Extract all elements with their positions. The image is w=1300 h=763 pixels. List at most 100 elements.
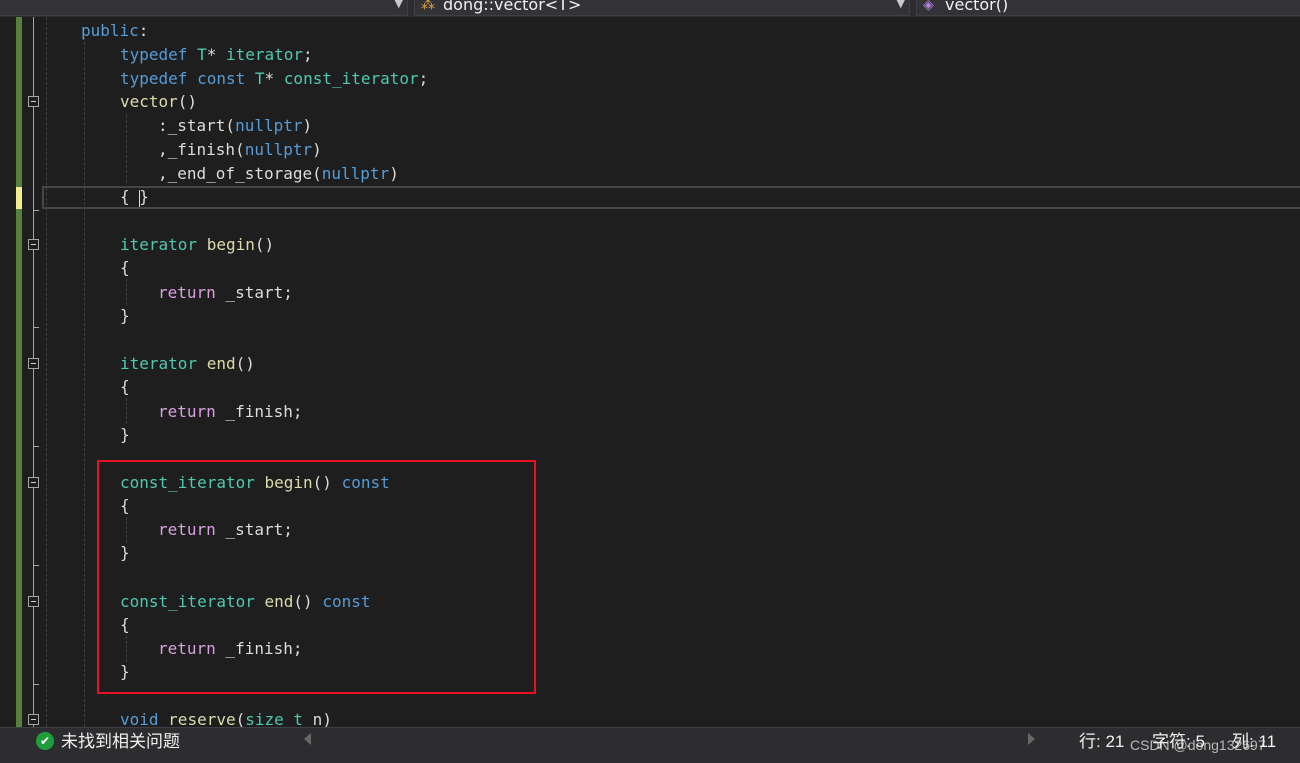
code-line: public: xyxy=(81,21,148,41)
keyword-token: typedef xyxy=(120,69,188,88)
keyword-token: void xyxy=(120,710,159,727)
line-number-status[interactable]: 行: 21 xyxy=(1079,732,1124,752)
type-token: iterator xyxy=(120,235,198,254)
code-line: ,_end_of_storage(nullptr) xyxy=(158,164,399,184)
scroll-right-icon[interactable] xyxy=(1028,733,1035,745)
punctuation-token: ; xyxy=(303,45,313,64)
indent-guide xyxy=(126,398,127,424)
project-dropdown[interactable]: ▼ xyxy=(0,0,408,16)
collapse-toggle-icon[interactable] xyxy=(28,358,39,369)
indent-guide xyxy=(126,279,127,305)
code-line: typedef T* iterator; xyxy=(120,45,313,65)
annotation-highlight-box xyxy=(97,460,536,694)
code-line: } xyxy=(120,306,130,326)
outline-end-tick xyxy=(33,565,39,566)
keyword-token: nullptr xyxy=(235,116,303,135)
class-dropdown-label: dong::vector<T> xyxy=(443,0,582,14)
control-keyword-token: return xyxy=(158,402,216,421)
punctuation-token: ) xyxy=(389,164,399,183)
keyword-token: typedef xyxy=(120,45,188,64)
code-line: { } xyxy=(120,187,149,207)
code-line: return _start; xyxy=(158,283,293,303)
identifier-token: _finish; xyxy=(215,402,303,421)
outline-end-tick xyxy=(33,684,39,685)
member-dropdown-label: vector() xyxy=(945,0,1009,14)
class-dropdown[interactable]: ⁂ dong::vector<T> ▼ xyxy=(414,0,910,16)
code-line: :_start(nullptr) xyxy=(158,116,312,136)
keyword-token: nullptr xyxy=(321,164,390,183)
unsaved-change-marker xyxy=(16,187,22,209)
code-line: ,_finish(nullptr) xyxy=(158,140,322,160)
text-caret xyxy=(139,190,140,207)
identifier-token: n) xyxy=(303,710,332,727)
code-line: { xyxy=(120,258,130,278)
code-line: return _finish; xyxy=(158,402,303,422)
change-tracking-bar xyxy=(16,17,22,727)
problems-status[interactable]: 未找到相关问题 xyxy=(61,732,180,752)
punctuation-token: ) xyxy=(312,140,322,159)
punctuation-token: ( xyxy=(235,710,246,727)
outline-end-tick xyxy=(33,210,39,211)
function-token: reserve xyxy=(168,710,236,727)
outline-end-tick xyxy=(33,446,39,447)
keyword-token: const xyxy=(197,69,246,88)
collapse-toggle-icon[interactable] xyxy=(28,596,39,607)
type-token: const_iterator xyxy=(283,69,419,88)
code-line: iterator begin() xyxy=(120,235,274,255)
current-line-highlight xyxy=(42,186,1300,209)
class-template-icon: ⁂ xyxy=(421,0,435,13)
identifier-token: ,_finish( xyxy=(158,140,245,159)
code-line: vector() xyxy=(120,92,197,112)
watermark: CSDN @dong132697 xyxy=(1130,737,1266,753)
type-token: size_t xyxy=(245,710,304,727)
brace-token: } xyxy=(120,425,130,444)
type-token: iterator xyxy=(225,45,304,64)
keyword-token: public xyxy=(81,21,139,40)
punctuation-token: ) xyxy=(302,116,313,135)
function-token: vector xyxy=(120,92,178,111)
code-line: { xyxy=(120,377,130,397)
navigation-bar: ▼ ⁂ dong::vector<T> ▼ ◈ vector() xyxy=(0,0,1300,17)
control-keyword-token: return xyxy=(158,283,216,302)
checkmark-icon[interactable]: ✔ xyxy=(36,732,54,750)
code-line: void reserve(size_t n) xyxy=(120,710,332,727)
brace-token: } xyxy=(120,306,130,325)
collapse-toggle-icon[interactable] xyxy=(28,96,39,107)
indent-guide xyxy=(84,37,85,727)
identifier-token: _start; xyxy=(215,283,293,302)
punctuation-token: () xyxy=(177,92,198,111)
scroll-left-icon[interactable] xyxy=(304,733,311,745)
indent-guide xyxy=(46,17,47,727)
punctuation-token: * xyxy=(206,45,226,64)
punctuation-token: * xyxy=(264,69,284,88)
chevron-down-icon: ▼ xyxy=(394,0,403,10)
status-bar: ✔ 未找到相关问题 行: 21 字符: 5 列: 11 CSDN @dong13… xyxy=(0,727,1300,763)
collapse-toggle-icon[interactable] xyxy=(28,477,39,488)
identifier-token: ,_end_of_storage( xyxy=(158,164,322,183)
code-line: } xyxy=(120,425,130,445)
function-token: end xyxy=(206,354,236,373)
indent-guide xyxy=(126,115,127,183)
member-dropdown[interactable]: ◈ vector() xyxy=(916,0,1300,16)
brace-token: { xyxy=(120,377,130,396)
collapse-toggle-icon[interactable] xyxy=(28,239,39,250)
code-editor[interactable]: public: typedef T* iterator; typedef con… xyxy=(0,17,1300,727)
punctuation-token: : xyxy=(138,21,149,40)
chevron-down-icon: ▼ xyxy=(896,0,905,10)
code-line: iterator end() xyxy=(120,354,255,374)
method-icon: ◈ xyxy=(923,0,934,13)
type-token: T xyxy=(197,45,207,64)
punctuation-token: () xyxy=(254,235,275,254)
collapse-toggle-icon[interactable] xyxy=(28,714,39,725)
type-token: iterator xyxy=(120,354,198,373)
outlining-margin xyxy=(33,17,34,727)
type-token: T xyxy=(254,69,265,88)
keyword-token: nullptr xyxy=(244,140,313,159)
code-line: typedef const T* const_iterator; xyxy=(120,69,428,89)
